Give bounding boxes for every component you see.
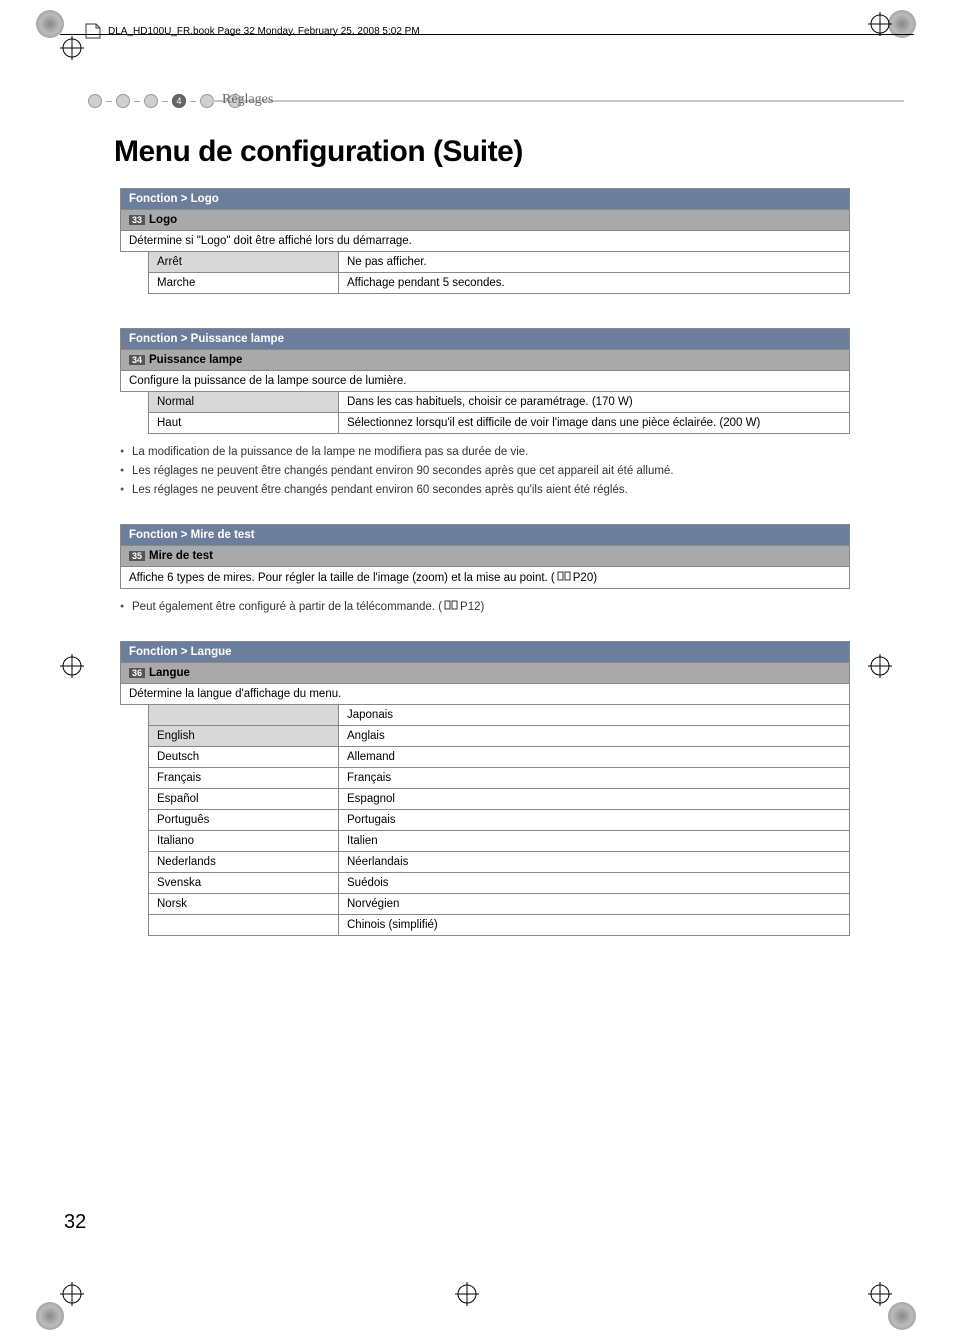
langue-row-val: Espagnol [339,789,850,810]
badge: 35 [129,551,145,561]
lampe-header: Fonction > Puissance lampe [121,329,850,350]
crosshair-bl [60,1282,84,1306]
crosshair-ml [60,654,84,678]
badge: 34 [129,355,145,365]
nav-dot [116,94,130,108]
langue-row-key [149,915,339,936]
print-corner-br [888,1302,916,1330]
note-item: Les réglages ne peuvent être changés pen… [120,463,850,479]
lampe-row-val: Sélectionnez lorsqu'il est difficile de … [339,413,850,434]
lampe-subheader: 34 Puissance lampe [121,350,850,371]
langue-subheader: 36 Langue [121,663,850,684]
langue-row-key: Português [149,810,339,831]
note-item: Les réglages ne peuvent être changés pen… [120,482,850,498]
logo-sub-label: Logo [149,214,177,226]
crosshair-bc [455,1282,479,1306]
langue-row-val: Japonais [339,705,850,726]
nav-dot [144,94,158,108]
langue-row-val: Suédois [339,873,850,894]
mire-desc: Affiche 6 types de mires. Pour régler la… [121,567,850,589]
mire-subheader: 35 Mire de test [121,546,850,567]
note-item: La modification de la puissance de la la… [120,444,850,460]
langue-row-key: Español [149,789,339,810]
badge: 33 [129,215,145,225]
note-item: Peut également être configuré à partir d… [120,599,850,615]
langue-sub-label: Langue [149,667,190,679]
print-corner-bl [36,1302,64,1330]
logo-header: Fonction > Logo [121,189,850,210]
nav-dot-active: 4 [172,94,186,108]
page-title: Menu de configuration (Suite) [114,135,523,169]
langue-row-key: Français [149,768,339,789]
langue-row-key: Deutsch [149,747,339,768]
mire-sub-label: Mire de test [149,550,213,562]
lampe-desc: Configure la puissance de la lampe sourc… [121,371,850,392]
logo-row-val: Affichage pendant 5 secondes. [339,273,850,294]
langue-row-val: Chinois (simplifié) [339,915,850,936]
langue-row-val: Portugais [339,810,850,831]
header-rule [60,34,914,35]
header-meta: DLA_HD100U_FR.book Page 32 Monday, Febru… [108,26,420,37]
nav-dot [88,94,102,108]
langue-row-key: Norsk [149,894,339,915]
langue-row-key [149,705,339,726]
langue-row-key: Nederlands [149,852,339,873]
langue-row-val: Allemand [339,747,850,768]
lampe-table: Fonction > Puissance lampe 34 Puissance l… [120,328,850,434]
page-ref-icon [555,571,573,581]
logo-row-val: Ne pas afficher. [339,252,850,273]
logo-row-key: Marche [149,273,339,294]
mire-header: Fonction > Mire de test [121,525,850,546]
lampe-row-val: Dans les cas habituels, choisir ce param… [339,392,850,413]
logo-desc: Détermine si "Logo" doit être affiché lo… [121,231,850,252]
langue-header: Fonction > Langue [121,642,850,663]
content-area: Fonction > Logo 33 Logo Détermine si "Log… [120,188,850,946]
crosshair-tl [60,36,84,60]
langue-row-val: Italien [339,831,850,852]
badge: 36 [129,668,145,678]
crosshair-br [868,1282,892,1306]
lampe-notes: La modification de la puissance de la la… [120,444,850,498]
langue-row-key: Italiano [149,831,339,852]
langue-row-key: Svenska [149,873,339,894]
langue-desc: Détermine la langue d'affichage du menu. [121,684,850,705]
logo-row-key: Arrêt [149,252,339,273]
mire-notes: Peut également être configuré à partir d… [120,599,850,615]
crosshair-tr [868,12,892,36]
langue-row-val: Néerlandais [339,852,850,873]
langue-row-val: Français [339,768,850,789]
breadcrumb: Réglages [222,92,273,108]
logo-table: Fonction > Logo 33 Logo Détermine si "Log… [120,188,850,294]
lampe-sub-label: Puissance lampe [149,354,242,366]
logo-subheader: 33 Logo [121,210,850,231]
page-ref-icon [442,600,460,610]
crosshair-mr [868,654,892,678]
lampe-row-key: Normal [149,392,339,413]
langue-row-val: Anglais [339,726,850,747]
langue-table: Fonction > Langue 36 Langue Détermine la … [120,641,850,936]
lampe-row-key: Haut [149,413,339,434]
langue-row-val: Norvégien [339,894,850,915]
nav-rule [210,100,904,102]
page-number: 32 [64,1211,86,1234]
langue-row-key: English [149,726,339,747]
mire-table: Fonction > Mire de test 35 Mire de test A… [120,524,850,589]
